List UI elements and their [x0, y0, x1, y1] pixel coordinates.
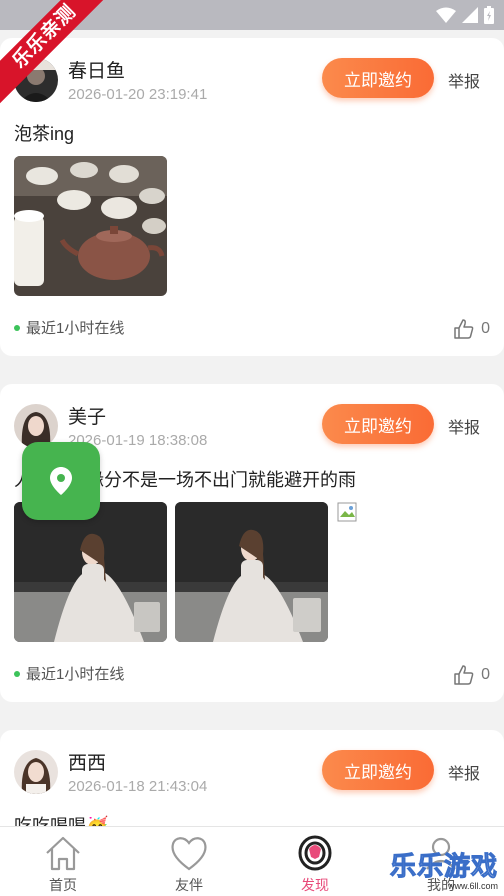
online-dot — [14, 324, 20, 331]
discover-icon — [298, 835, 332, 871]
report-link[interactable]: 举报 — [448, 760, 480, 784]
location-button[interactable] — [22, 442, 100, 520]
avatar[interactable] — [14, 750, 58, 794]
invite-button[interactable]: 立即邀约 — [322, 58, 434, 98]
tab-discover[interactable]: 发现 — [252, 827, 378, 896]
status-icons — [436, 6, 494, 24]
post-photo[interactable] — [14, 502, 167, 642]
location-pin-icon — [50, 467, 72, 495]
home-icon — [46, 836, 80, 871]
user-name[interactable]: 西西 — [68, 748, 106, 775]
tab-label: 友伴 — [175, 877, 203, 893]
post-text: 吃吃喝喝🥳 — [14, 816, 109, 826]
online-dot — [14, 670, 20, 677]
thumbs-up-icon — [454, 665, 474, 685]
battery-icon — [484, 6, 494, 24]
ribbon-label: 乐乐亲测 — [0, 0, 110, 108]
heart-icon — [171, 837, 207, 871]
watermark-logo: 乐乐游戏 www.6ll.com — [390, 846, 499, 894]
tab-label: 首页 — [49, 877, 77, 893]
tab-friends[interactable]: 友伴 — [126, 827, 252, 896]
like-count: 0 — [481, 320, 490, 337]
report-link[interactable]: 举报 — [448, 414, 480, 438]
tab-label: 发现 — [301, 877, 329, 893]
feed-list[interactable]: 春日鱼 2026-01-20 23:19:41 立即邀约 举报 泡茶ing 最近… — [0, 30, 504, 826]
online-text: 最近1小时在线 — [26, 666, 125, 683]
wifi-icon — [436, 7, 456, 23]
online-status: 最近1小时在线 — [14, 317, 124, 338]
corner-ribbon: 乐乐亲测 — [0, 0, 110, 110]
user-name[interactable]: 美子 — [68, 402, 106, 429]
online-text: 最近1小时在线 — [26, 320, 125, 337]
post-photo[interactable] — [175, 502, 328, 642]
post-photo[interactable] — [14, 156, 167, 296]
tab-home[interactable]: 首页 — [0, 827, 126, 896]
thumbs-up-icon — [454, 319, 474, 339]
like-button[interactable]: 0 — [453, 664, 490, 686]
invite-button[interactable]: 立即邀约 — [322, 404, 434, 444]
signal-icon — [462, 7, 478, 23]
post-text: 泡茶ing — [14, 124, 75, 144]
broken-image-icon[interactable] — [337, 502, 359, 524]
invite-button[interactable]: 立即邀约 — [322, 750, 434, 790]
post-time: 2026-01-18 21:43:04 — [68, 778, 208, 795]
online-status: 最近1小时在线 — [14, 663, 124, 684]
like-button[interactable]: 0 — [453, 318, 490, 340]
post-card[interactable]: 美子 2026-01-19 18:38:08 立即邀约 举报 人与人的缘分不是一… — [0, 384, 504, 702]
watermark-text: 乐乐游戏 — [390, 851, 499, 882]
report-link[interactable]: 举报 — [448, 68, 480, 92]
post-card[interactable]: 西西 2026-01-18 21:43:04 立即邀约 举报 吃吃喝喝🥳 — [0, 730, 504, 826]
like-count: 0 — [481, 666, 490, 683]
